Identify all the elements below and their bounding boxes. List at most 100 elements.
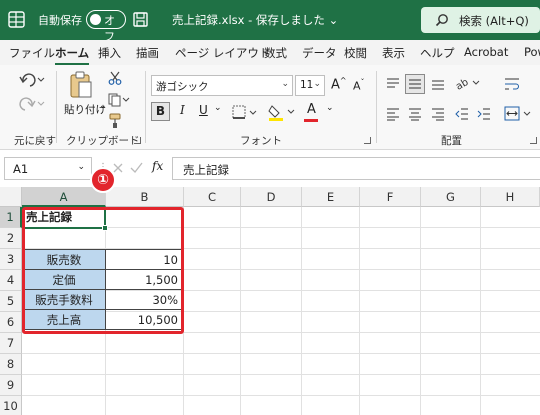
shrink-font-glyph: A <box>353 79 361 93</box>
autosave-toggle[interactable]: オフ <box>86 10 126 43</box>
tab-draw[interactable]: 描画 <box>136 45 159 61</box>
search-box[interactable]: 検索 (Alt+Q) <box>421 7 540 33</box>
spreadsheet-grid: A B C D E F G H 1 2 3 4 5 6 7 8 9 10 売上記… <box>0 187 540 415</box>
row-header-4[interactable]: 4 <box>0 270 22 291</box>
select-all-corner[interactable] <box>0 187 22 207</box>
gridline <box>22 395 540 396</box>
group-divider <box>145 71 146 143</box>
gridline <box>240 207 241 415</box>
group-divider <box>56 71 57 143</box>
formula-bar: A1 ⌄ ⋮ fx 売上記録 <box>0 150 540 187</box>
tab-file[interactable]: ファイル <box>9 45 55 61</box>
underline-dropdown-icon[interactable]: ⌄ <box>214 103 222 113</box>
increase-indent-icon[interactable] <box>477 107 491 121</box>
font-size-value: 11 <box>300 79 314 91</box>
step-number-badge: ① <box>90 167 116 193</box>
tab-review[interactable]: 校閲 <box>344 45 367 61</box>
align-bottom-icon[interactable] <box>431 77 445 91</box>
font-color-dropdown-icon[interactable]: ⌄ <box>326 103 334 113</box>
decrease-indent-icon[interactable] <box>455 107 469 121</box>
underline-button[interactable]: U <box>199 103 208 117</box>
tab-formulas[interactable]: 数式 <box>264 45 287 61</box>
tab-help[interactable]: ヘルプ <box>420 45 455 61</box>
row-header-8[interactable]: 8 <box>0 354 22 375</box>
row-header-2[interactable]: 2 <box>0 228 22 249</box>
redo-icon[interactable] <box>18 95 48 113</box>
row-header-9[interactable]: 9 <box>0 375 22 396</box>
formula-content: 売上記録 <box>183 163 229 177</box>
tab-view[interactable]: 表示 <box>382 45 405 61</box>
align-top-icon[interactable] <box>386 77 400 91</box>
formula-input[interactable]: 売上記録 <box>172 157 540 180</box>
document-title[interactable]: 売上記録.xlsx - 保存しました ⌄ <box>172 12 338 28</box>
gridline <box>420 207 421 415</box>
format-painter-icon[interactable] <box>108 113 122 129</box>
insert-function-button[interactable]: fx <box>152 159 163 173</box>
italic-button[interactable]: I <box>180 103 185 117</box>
name-box[interactable]: A1 ⌄ <box>4 157 92 180</box>
search-placeholder: 検索 (Alt+Q) <box>459 14 529 28</box>
gridline <box>301 207 302 415</box>
annotation-highlight-box <box>22 207 184 334</box>
tab-acrobat[interactable]: Acrobat <box>464 45 508 59</box>
gridline <box>480 207 481 415</box>
bold-button[interactable]: B <box>151 102 170 121</box>
copy-icon[interactable] <box>108 93 130 107</box>
row-header-5[interactable]: 5 <box>0 291 22 312</box>
font-color-button[interactable]: A <box>307 102 316 117</box>
column-header-e[interactable]: E <box>302 187 360 207</box>
tab-power[interactable]: Pow <box>524 45 540 59</box>
font-size-select[interactable]: 11 ⌄ <box>295 75 325 96</box>
merge-center-icon[interactable] <box>504 105 534 123</box>
row-header-1[interactable]: 1 <box>0 207 22 228</box>
shrink-font-button[interactable]: Aˇ <box>353 78 365 93</box>
align-middle-icon[interactable] <box>405 74 425 94</box>
grow-font-glyph: A <box>331 77 340 93</box>
column-header-b[interactable]: B <box>106 187 184 207</box>
orientation-icon[interactable]: ab <box>455 75 481 93</box>
row-header-3[interactable]: 3 <box>0 249 22 270</box>
excel-app-icon <box>8 11 25 28</box>
save-icon[interactable] <box>132 11 149 28</box>
column-header-d[interactable]: D <box>241 187 302 207</box>
enter-check-icon[interactable] <box>130 162 143 174</box>
tab-data[interactable]: データ <box>302 45 337 61</box>
row-header-6[interactable]: 6 <box>0 312 22 333</box>
cut-icon[interactable] <box>108 71 122 85</box>
row-header-7[interactable]: 7 <box>0 333 22 354</box>
row-header-10[interactable]: 10 <box>0 396 22 415</box>
gridline <box>359 207 360 415</box>
column-header-f[interactable]: F <box>360 187 421 207</box>
undo-icon[interactable] <box>18 71 48 89</box>
tab-home[interactable]: ホーム <box>55 45 90 66</box>
paste-dropdown-icon[interactable]: ⌄ <box>99 101 107 111</box>
column-header-h[interactable]: H <box>481 187 540 207</box>
name-box-value: A1 <box>13 162 29 176</box>
font-name-select[interactable]: 游ゴシック ⌄ <box>151 75 293 96</box>
paste-icon[interactable] <box>68 70 94 100</box>
clipboard-launcher-icon[interactable] <box>134 137 141 144</box>
align-left-icon[interactable] <box>386 107 400 121</box>
column-header-a[interactable]: A <box>22 187 106 207</box>
ribbon: 元に戻す 貼り付け ⌄ クリップボード 游ゴシック ⌄ 11 ⌄ A^ Aˇ B… <box>0 65 540 150</box>
font-name-value: 游ゴシック <box>156 81 209 93</box>
tab-page-layout[interactable]: ページ レイアウト <box>175 45 270 61</box>
chevron-down-icon: ⌄ <box>313 79 321 89</box>
group-divider <box>376 71 377 143</box>
column-header-g[interactable]: G <box>421 187 481 207</box>
gridline <box>22 353 540 354</box>
tab-insert[interactable]: 挿入 <box>98 45 121 61</box>
wrap-text-icon[interactable] <box>504 76 520 92</box>
fill-color-icon[interactable] <box>268 103 298 121</box>
gridline <box>22 374 540 375</box>
column-header-c[interactable]: C <box>184 187 241 207</box>
grow-font-button[interactable]: A^ <box>331 76 347 92</box>
svg-text:ab: ab <box>455 77 470 93</box>
font-launcher-icon[interactable] <box>364 137 371 144</box>
alignment-launcher-icon[interactable] <box>530 137 537 144</box>
borders-icon[interactable] <box>232 105 260 121</box>
align-center-icon[interactable] <box>408 107 422 121</box>
search-icon <box>435 14 448 27</box>
align-right-icon[interactable] <box>431 107 445 121</box>
autosave-label: 自動保存 <box>38 14 82 27</box>
